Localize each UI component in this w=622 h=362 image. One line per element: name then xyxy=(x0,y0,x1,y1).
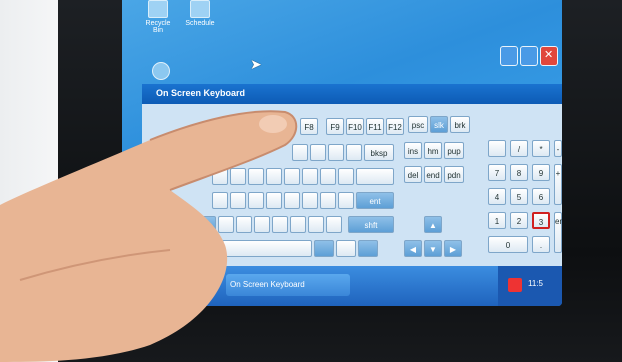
maximize-button[interactable] xyxy=(520,46,538,66)
key-end[interactable]: end xyxy=(424,166,442,183)
key-numpad-9[interactable]: 9 xyxy=(532,164,550,181)
key-numpad-plus[interactable]: + xyxy=(554,164,562,205)
taskbar: On Screen Keyboard 11:5 xyxy=(122,266,562,306)
key-hm[interactable]: hm xyxy=(424,142,442,159)
key-arrow-left[interactable]: ◀ xyxy=(404,240,422,257)
key[interactable] xyxy=(320,192,336,209)
key-f9[interactable]: F9 xyxy=(326,118,344,135)
key[interactable] xyxy=(292,144,308,161)
key[interactable] xyxy=(284,168,300,185)
key[interactable] xyxy=(290,216,306,233)
desktop-icon-label: Schedule xyxy=(185,20,215,27)
key-numpad-divide[interactable]: / xyxy=(510,140,528,157)
minimize-button[interactable] xyxy=(500,46,518,66)
key[interactable] xyxy=(284,192,300,209)
key-numpad-enter[interactable]: ent xyxy=(554,212,562,253)
key-numpad-8[interactable]: 8 xyxy=(510,164,528,181)
key-numpad-3[interactable]: 3 xyxy=(532,212,550,229)
window-title: On Screen Keyboard xyxy=(156,88,246,98)
desktop-icon-recycle-bin[interactable]: Recycle Bin xyxy=(140,0,176,34)
system-tray: 11:5 xyxy=(498,266,562,306)
key-f8[interactable]: F8 xyxy=(300,118,318,135)
key[interactable] xyxy=(266,168,282,185)
key-f11[interactable]: F11 xyxy=(366,118,384,135)
key[interactable] xyxy=(358,240,378,257)
calendar-icon xyxy=(190,0,210,18)
key-pdn[interactable]: pdn xyxy=(444,166,464,183)
key-shft[interactable]: shft xyxy=(348,216,394,233)
close-button[interactable]: ✕ xyxy=(540,46,558,66)
on-screen-keyboard: F8 F9 F10 F11 F12 psc slk brk bksp ins h… xyxy=(142,104,562,274)
recycle-bin-icon xyxy=(148,0,168,18)
key[interactable] xyxy=(328,144,344,161)
key-numpad-minus[interactable]: - xyxy=(554,140,562,157)
key-f12[interactable]: F12 xyxy=(386,118,404,135)
key-arrow-down[interactable]: ▼ xyxy=(424,240,442,257)
key[interactable] xyxy=(338,192,354,209)
clock: 11:5 xyxy=(528,279,543,288)
key-slk[interactable]: slk xyxy=(430,116,448,133)
key-numpad-multiply[interactable]: * xyxy=(532,140,550,157)
key[interactable] xyxy=(212,192,228,209)
key-numpad-lock[interactable] xyxy=(488,140,506,157)
key[interactable] xyxy=(212,168,228,185)
key[interactable] xyxy=(248,192,264,209)
key-arrow-right[interactable]: ▶ xyxy=(444,240,462,257)
key-numpad-6[interactable]: 6 xyxy=(532,188,550,205)
key-del[interactable]: del xyxy=(404,166,422,183)
system-icon xyxy=(152,62,170,80)
key[interactable] xyxy=(346,144,362,161)
window-titlebar: On Screen Keyboard xyxy=(142,84,562,104)
photo: Recycle Bin Schedule ➤ ✕ On Screen Keybo… xyxy=(0,0,622,362)
key-ins[interactable]: ins xyxy=(404,142,422,159)
desktop-icon-label: Recycle Bin xyxy=(145,20,171,34)
key-ent[interactable]: ent xyxy=(356,192,394,209)
key-numpad-1[interactable]: 1 xyxy=(488,212,506,229)
screen: Recycle Bin Schedule ➤ ✕ On Screen Keybo… xyxy=(122,0,562,306)
key-arrow-up[interactable]: ▲ xyxy=(424,216,442,233)
key-numpad-5[interactable]: 5 xyxy=(510,188,528,205)
key[interactable] xyxy=(310,144,326,161)
key[interactable] xyxy=(236,216,252,233)
key-numpad-4[interactable]: 4 xyxy=(488,188,506,205)
key-brk[interactable]: brk xyxy=(450,116,470,133)
key[interactable] xyxy=(308,216,324,233)
key-numpad-2[interactable]: 2 xyxy=(510,212,528,229)
key[interactable] xyxy=(302,168,318,185)
key[interactable] xyxy=(314,240,334,257)
key[interactable] xyxy=(338,168,354,185)
key[interactable] xyxy=(266,192,282,209)
key-psc[interactable]: psc xyxy=(408,116,428,133)
key-space[interactable] xyxy=(222,240,312,257)
key-f10[interactable]: F10 xyxy=(346,118,364,135)
tray-icon[interactable] xyxy=(508,278,522,292)
key-pup[interactable]: pup xyxy=(444,142,464,159)
taskbar-button-on-screen-keyboard[interactable]: On Screen Keyboard xyxy=(226,274,350,296)
key[interactable] xyxy=(182,216,216,233)
key[interactable] xyxy=(230,168,246,185)
key[interactable] xyxy=(320,168,336,185)
key[interactable] xyxy=(254,216,270,233)
key[interactable] xyxy=(326,216,342,233)
key[interactable] xyxy=(272,216,288,233)
key[interactable] xyxy=(218,216,234,233)
mouse-cursor-icon: ➤ xyxy=(250,56,262,72)
key[interactable] xyxy=(356,168,394,185)
windows-logo-icon[interactable] xyxy=(336,240,356,257)
key-numpad-0[interactable]: 0 xyxy=(488,236,528,253)
key-numpad-decimal[interactable]: . xyxy=(532,236,550,253)
key[interactable] xyxy=(230,192,246,209)
key-bksp[interactable]: bksp xyxy=(364,144,394,161)
desktop-icon-schedule[interactable]: Schedule xyxy=(182,0,218,27)
key[interactable] xyxy=(248,168,264,185)
key-numpad-7[interactable]: 7 xyxy=(488,164,506,181)
key[interactable] xyxy=(302,192,318,209)
close-icon: ✕ xyxy=(544,49,554,61)
